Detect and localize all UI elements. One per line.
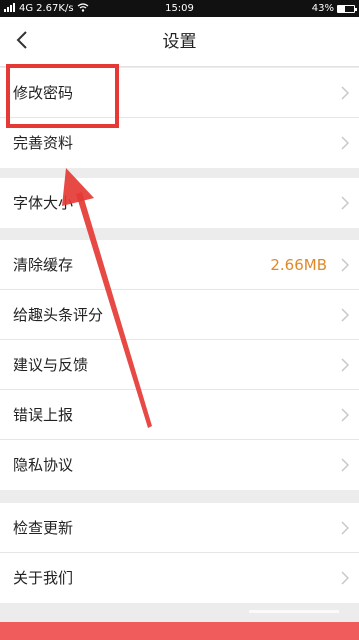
header: 设置 xyxy=(0,17,359,67)
battery-fill xyxy=(338,5,345,12)
chevron-right-icon xyxy=(341,358,349,372)
chevron-right-icon xyxy=(341,258,349,272)
settings-item-check-update[interactable]: 检查更新 xyxy=(0,503,359,553)
settings-item-rate-app[interactable]: 给趣头条评分 xyxy=(0,290,359,340)
settings-item-feedback[interactable]: 建议与反馈 xyxy=(0,340,359,390)
status-right: 43% xyxy=(311,3,357,14)
settings-item-privacy-policy[interactable]: 隐私协议 xyxy=(0,440,359,490)
item-label: 清除缓存 xyxy=(13,256,74,274)
bottom-accent-bar xyxy=(0,622,359,640)
chevron-right-icon xyxy=(341,408,349,422)
annotation-highlight-box xyxy=(6,64,119,128)
chevron-right-icon xyxy=(341,136,349,150)
page-title: 设置 xyxy=(162,32,197,52)
chevron-right-icon xyxy=(341,196,349,210)
baidu-jingyan-watermark-icon xyxy=(233,583,343,613)
status-left: 4G 2.67K/s xyxy=(4,2,312,15)
item-label: 字体大小 xyxy=(13,194,74,212)
settings-group-general: 清除缓存 2.66MB 给趣头条评分 建议与反馈 错误上报 隐私协议 xyxy=(0,240,359,490)
item-label: 关于我们 xyxy=(13,569,74,587)
carrier-label: 4G xyxy=(19,3,34,14)
wifi-icon xyxy=(77,2,89,15)
settings-item-font-size[interactable]: 字体大小 xyxy=(0,178,359,228)
chevron-right-icon xyxy=(341,86,349,100)
chevron-right-icon xyxy=(341,458,349,472)
chevron-right-icon xyxy=(341,521,349,535)
cache-size-value: 2.66MB xyxy=(270,256,327,274)
item-label: 建议与反馈 xyxy=(13,356,89,374)
item-label: 给趣头条评分 xyxy=(13,306,104,324)
battery-icon xyxy=(337,4,357,13)
network-speed: 2.67K/s xyxy=(36,3,74,14)
item-label: 错误上报 xyxy=(13,406,74,424)
item-label: 隐私协议 xyxy=(13,456,74,474)
chevron-right-icon xyxy=(341,308,349,322)
settings-item-error-report[interactable]: 错误上报 xyxy=(0,390,359,440)
settings-item-clear-cache[interactable]: 清除缓存 2.66MB xyxy=(0,240,359,290)
signal-icon xyxy=(4,2,16,15)
battery-percent: 43% xyxy=(311,3,334,14)
status-bar: 4G 2.67K/s 15:09 43% xyxy=(0,0,359,17)
item-label: 检查更新 xyxy=(13,519,74,537)
settings-group-display: 字体大小 xyxy=(0,178,359,228)
